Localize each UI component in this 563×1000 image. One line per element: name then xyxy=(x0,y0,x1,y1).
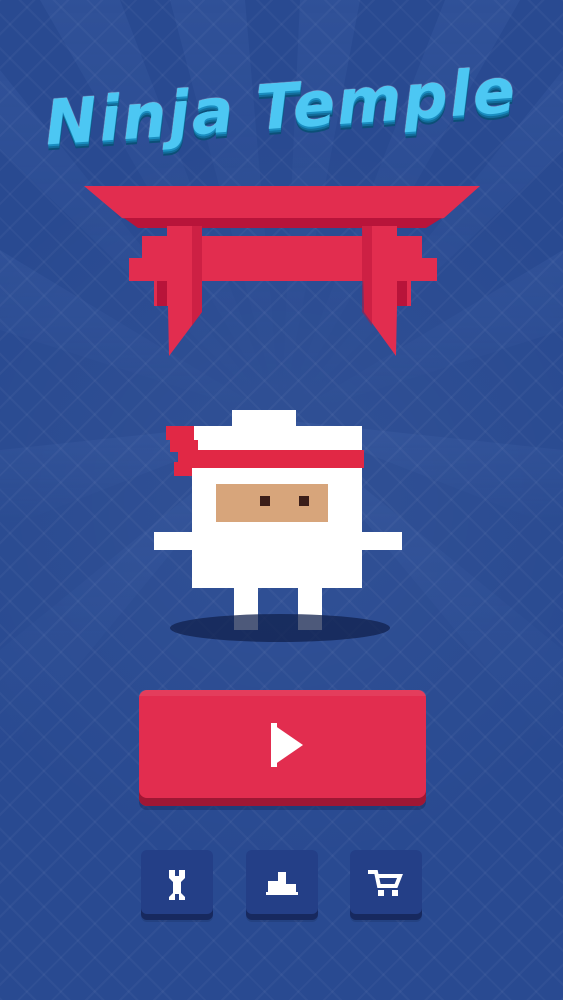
ninja-character xyxy=(150,396,415,656)
play-button[interactable] xyxy=(139,690,426,806)
torii-gate-icon xyxy=(84,186,480,356)
leaderboard-button[interactable] xyxy=(246,850,318,920)
shop-button[interactable] xyxy=(350,850,422,920)
settings-button[interactable] xyxy=(141,850,213,920)
play-icon xyxy=(271,723,303,767)
character-shadow xyxy=(170,614,390,642)
title-word-1: Ninja xyxy=(42,73,238,160)
podium-icon xyxy=(266,871,298,895)
title-word-2: Temple xyxy=(254,53,520,145)
game-menu-screen: Ninja Temple xyxy=(0,0,563,1000)
wrench-icon xyxy=(169,869,185,900)
game-title: Ninja Temple xyxy=(0,50,563,179)
cart-icon xyxy=(368,869,403,896)
